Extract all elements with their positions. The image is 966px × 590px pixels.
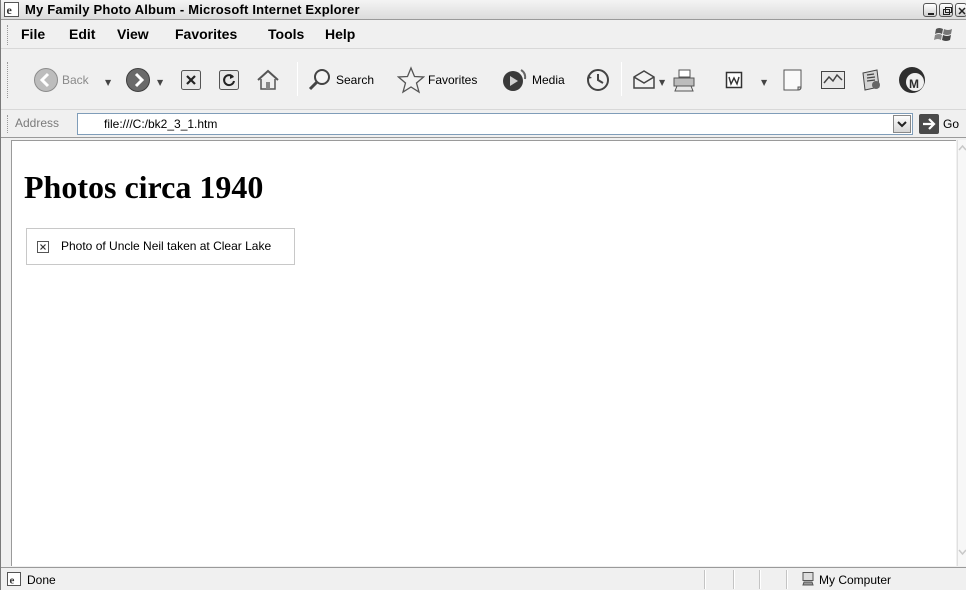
msn-button[interactable]: M bbox=[897, 64, 927, 96]
printer-icon bbox=[673, 69, 695, 92]
edit-dropdown-icon[interactable]: ▼ bbox=[761, 78, 767, 87]
browser-window: e My Family Photo Album - Microsoft Inte… bbox=[0, 0, 966, 590]
chevron-down-icon bbox=[897, 121, 907, 128]
back-button[interactable]: Back bbox=[33, 64, 89, 96]
menu-favorites[interactable]: Favorites bbox=[175, 26, 237, 42]
print-button[interactable] bbox=[671, 64, 697, 96]
status-bar: e Done My Computer bbox=[1, 567, 966, 590]
svg-text:M: M bbox=[909, 77, 919, 91]
broken-image-icon bbox=[37, 241, 49, 253]
status-divider bbox=[733, 570, 735, 589]
windows-logo-icon bbox=[934, 28, 952, 41]
maximize-button[interactable] bbox=[939, 3, 953, 17]
svg-text:e: e bbox=[7, 3, 13, 17]
status-divider bbox=[759, 570, 761, 589]
restore-icon bbox=[943, 7, 952, 15]
address-value: file:///C:/bk2_3_1.htm bbox=[104, 117, 218, 131]
search-label: Search bbox=[336, 73, 375, 87]
menu-grip[interactable] bbox=[7, 25, 9, 45]
messenger-icon bbox=[862, 69, 880, 91]
menu-bar: File Edit View Favorites Tools Help bbox=[1, 21, 966, 49]
toolbar-grip[interactable] bbox=[7, 62, 9, 98]
back-dropdown-icon[interactable]: ▼ bbox=[105, 78, 111, 87]
close-button[interactable] bbox=[955, 3, 966, 17]
svg-text:e: e bbox=[10, 575, 15, 587]
page-heading: Photos circa 1940 bbox=[24, 169, 264, 205]
status-text: Done bbox=[27, 573, 56, 587]
go-button[interactable] bbox=[919, 114, 939, 134]
back-arrow-icon bbox=[34, 68, 58, 92]
home-icon bbox=[257, 69, 279, 90]
stop-button[interactable] bbox=[179, 64, 203, 96]
vertical-scrollbar[interactable] bbox=[957, 140, 966, 566]
msn-icon: M bbox=[899, 67, 925, 93]
search-button[interactable]: Search bbox=[307, 64, 374, 96]
page-viewport: Photos circa 1940 Photo of Uncle Neil ta… bbox=[11, 140, 956, 566]
menu-tools[interactable]: Tools bbox=[268, 26, 304, 42]
close-icon bbox=[958, 7, 966, 15]
minimize-button[interactable] bbox=[923, 3, 937, 17]
discuss-icon bbox=[783, 69, 802, 91]
minimize-icon bbox=[928, 13, 934, 15]
menu-file[interactable]: File bbox=[21, 26, 45, 42]
home-button[interactable] bbox=[255, 64, 281, 96]
address-input[interactable]: file:///C:/bk2_3_1.htm bbox=[77, 113, 913, 135]
image-alt-text: Photo of Uncle Neil taken at Clear Lake bbox=[61, 239, 272, 253]
stop-icon bbox=[181, 70, 201, 90]
favorites-button[interactable]: Favorites bbox=[397, 64, 477, 96]
window-title: My Family Photo Album - Microsoft Intern… bbox=[25, 2, 360, 17]
go-arrow-icon bbox=[923, 118, 936, 130]
star-icon bbox=[397, 66, 425, 94]
mail-icon bbox=[633, 70, 655, 89]
refresh-icon bbox=[219, 70, 239, 90]
forward-dropdown-icon[interactable]: ▼ bbox=[157, 78, 163, 87]
status-divider bbox=[786, 570, 788, 589]
scroll-up-icon[interactable] bbox=[958, 144, 966, 152]
research-icon bbox=[821, 71, 845, 89]
address-grip[interactable] bbox=[7, 115, 9, 133]
go-label[interactable]: Go bbox=[943, 117, 959, 131]
mail-dropdown-icon[interactable]: ▼ bbox=[659, 78, 665, 87]
discuss-button[interactable] bbox=[781, 64, 807, 96]
forward-button[interactable] bbox=[125, 64, 151, 96]
search-icon bbox=[308, 69, 330, 91]
back-label: Back bbox=[62, 73, 89, 87]
edit-document-icon bbox=[725, 71, 743, 89]
address-bar: Address file:///C:/bk2_3_1.htm Go bbox=[1, 111, 966, 138]
forward-arrow-icon bbox=[126, 68, 150, 92]
menu-edit[interactable]: Edit bbox=[69, 26, 95, 42]
favorites-label: Favorites bbox=[428, 73, 478, 87]
page-icon: e bbox=[7, 572, 21, 587]
menu-help[interactable]: Help bbox=[325, 26, 355, 42]
address-dropdown-button[interactable] bbox=[893, 115, 911, 133]
history-button[interactable] bbox=[585, 64, 611, 96]
broken-image-placeholder: Photo of Uncle Neil taken at Clear Lake bbox=[26, 228, 295, 265]
toolbar-separator bbox=[621, 62, 622, 96]
messenger-button[interactable] bbox=[859, 64, 883, 96]
research-button[interactable] bbox=[819, 64, 847, 96]
history-icon bbox=[587, 69, 609, 91]
status-divider bbox=[704, 570, 706, 589]
computer-zone-icon bbox=[802, 572, 814, 586]
media-label: Media bbox=[532, 73, 565, 87]
standard-toolbar: Back ▼ ▼ Search Favorites Media ▼ ▼ M bbox=[1, 50, 966, 110]
scroll-down-icon[interactable] bbox=[958, 548, 966, 556]
ie-logo-icon: e bbox=[4, 2, 19, 17]
title-bar[interactable]: e My Family Photo Album - Microsoft Inte… bbox=[1, 0, 966, 20]
address-label: Address bbox=[15, 116, 60, 130]
edit-button[interactable] bbox=[723, 64, 745, 96]
media-icon bbox=[503, 69, 527, 91]
mail-button[interactable] bbox=[631, 64, 657, 96]
menu-view[interactable]: View bbox=[117, 26, 149, 42]
toolbar-separator bbox=[297, 62, 298, 96]
refresh-button[interactable] bbox=[217, 64, 241, 96]
security-zone-text: My Computer bbox=[819, 573, 892, 587]
media-button[interactable]: Media bbox=[501, 64, 565, 96]
